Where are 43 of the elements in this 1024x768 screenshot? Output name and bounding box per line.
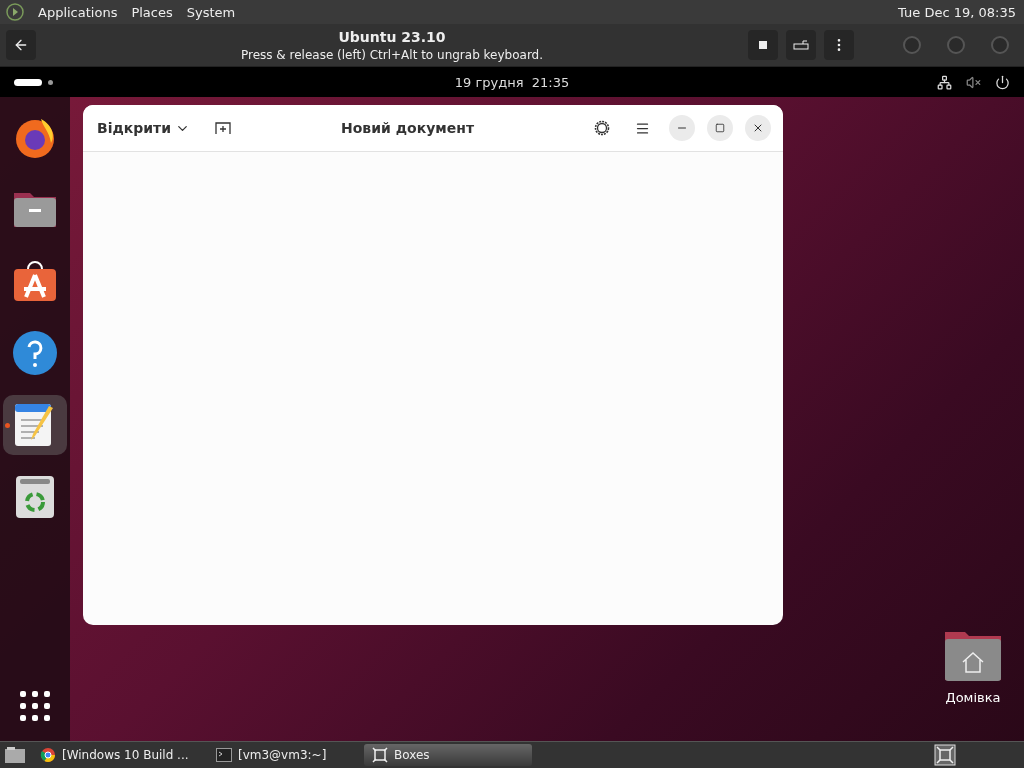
desktop-icon-label: Домівка (945, 690, 1001, 705)
guest-clock[interactable]: 19 грудня 21:35 (334, 74, 690, 90)
panel-menu[interactable]: Places (131, 4, 173, 20)
taskbar-item[interactable]: Boxes (364, 744, 532, 766)
shopping-bag-icon (12, 259, 58, 303)
back-button[interactable] (6, 30, 36, 60)
workspace-dot[interactable] (48, 79, 53, 85)
dock-item[interactable] (3, 395, 67, 455)
menu-icon (634, 120, 650, 136)
boxes-icon (372, 747, 388, 763)
help-icon (12, 330, 58, 376)
document-title: Новий документ (340, 120, 475, 136)
network-icon[interactable] (937, 74, 952, 90)
power-icon[interactable] (995, 74, 1010, 90)
stop-button[interactable] (748, 30, 778, 60)
minimize-button[interactable] (669, 115, 695, 141)
app-menu-icon[interactable] (6, 3, 24, 21)
close-icon (752, 122, 764, 134)
keyboard-button[interactable] (786, 30, 816, 60)
window-subtitle: Press & release (left) Ctrl+Alt to ungrab keyboard. (240, 47, 544, 62)
panel-menu[interactable]: System (186, 4, 236, 20)
running-dot (5, 423, 10, 428)
terminal-icon (216, 748, 232, 762)
settings-icon (593, 119, 611, 137)
open-button[interactable]: Відкрити (91, 116, 197, 140)
panel-clock: Tue Dec 19, 08:35 (898, 4, 1016, 20)
boxes-tray-icon[interactable] (934, 744, 956, 766)
browser-icon (40, 747, 56, 763)
stop-icon (759, 41, 767, 49)
home-folder-icon[interactable] (944, 630, 1002, 682)
maximize-button[interactable] (707, 115, 733, 141)
taskbar-item[interactable]: [vm3@vm3:~] (208, 744, 358, 766)
taskbar-item[interactable]: [Windows 10 Build ... (32, 744, 202, 766)
muted-speaker-icon[interactable] (966, 74, 981, 90)
panel-menu[interactable]: Applications (38, 4, 118, 20)
keyboard-icon (793, 40, 809, 50)
app-grid-icon[interactable] (20, 691, 50, 721)
new-tab-icon (215, 121, 232, 135)
show-desktop-icon[interactable] (4, 746, 26, 764)
maximize-icon (715, 123, 725, 133)
window-title: Ubuntu 23.10 (338, 28, 446, 45)
trash-icon (14, 474, 56, 520)
workspace-indicator[interactable] (14, 78, 42, 86)
